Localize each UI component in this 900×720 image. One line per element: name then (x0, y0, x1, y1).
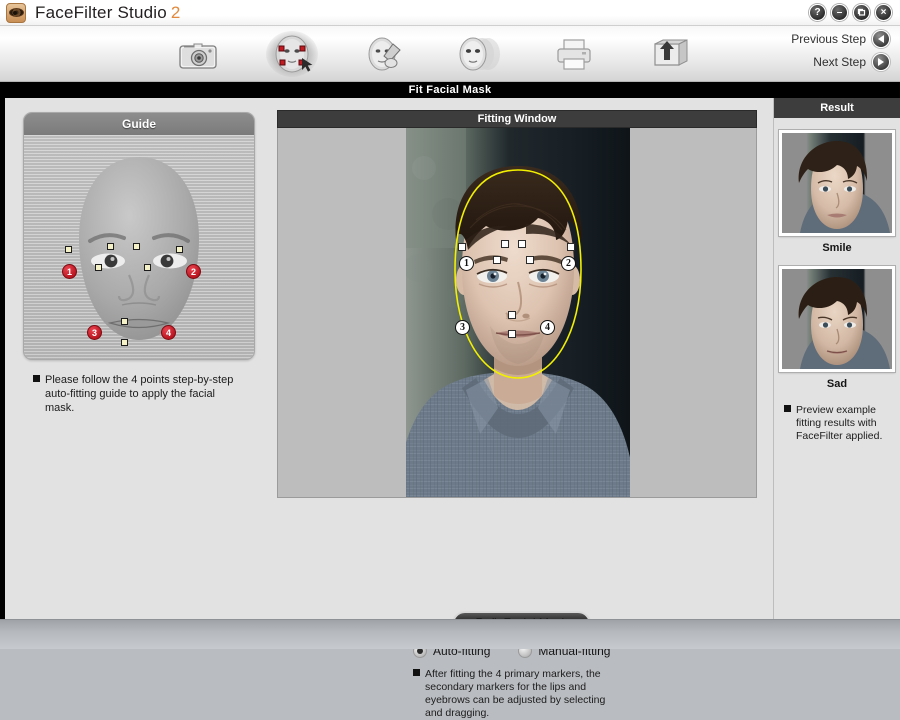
help-button[interactable]: ? (809, 4, 826, 21)
result-thumbnail-sad[interactable] (779, 266, 895, 372)
status-bar (0, 619, 900, 649)
fitting-handle[interactable] (518, 240, 526, 248)
guide-panel: Guide 1 2 3 4 (23, 112, 255, 360)
minimize-button[interactable]: – (831, 4, 848, 21)
result-note: Preview example fitting results with Fac… (784, 404, 894, 443)
guide-handle[interactable] (133, 243, 140, 250)
result-panel: Result Smile Sad Preview example fitting… (773, 98, 900, 619)
page-title: Fit Facial Mask (0, 82, 900, 98)
guide-handle[interactable] (176, 246, 183, 253)
toolbar-icons (170, 30, 696, 78)
fit-facial-mask-icon[interactable] (264, 30, 320, 78)
sad-caption: Sad (826, 378, 848, 390)
fitting-hint-text: After fitting the 4 primary markers, the… (413, 668, 643, 720)
export-icon[interactable] (640, 30, 696, 78)
retouch-face-icon[interactable] (358, 30, 414, 78)
guide-handle[interactable] (107, 243, 114, 250)
close-button[interactable]: × (875, 4, 892, 21)
bullet-icon (413, 669, 420, 676)
fitting-handle[interactable] (501, 240, 509, 248)
toolbar: Previous Step Next Step (0, 26, 900, 82)
sad-preview-image (782, 269, 892, 369)
guide-marker-1[interactable]: 1 (62, 264, 77, 279)
arrow-right-icon (872, 53, 890, 71)
fitting-handle[interactable] (508, 330, 516, 338)
guide-handle[interactable] (121, 339, 128, 346)
next-step-label: Next Step (813, 55, 866, 69)
print-icon[interactable] (546, 30, 602, 78)
fitting-window-panel: Fitting Window 1 2 3 4 (277, 110, 757, 500)
main-content: Guide 1 2 3 4 Please follow the 4 points… (0, 98, 900, 719)
guide-marker-4[interactable]: 4 (161, 325, 176, 340)
app-version: 2 (170, 2, 181, 22)
expression-icon[interactable] (452, 30, 508, 78)
fitting-handle[interactable] (493, 256, 501, 264)
guide-face-diagram: 1 2 3 4 (24, 135, 254, 359)
guide-handle[interactable] (95, 264, 102, 271)
load-photo-icon[interactable] (170, 30, 226, 78)
restore-button[interactable] (853, 4, 870, 21)
fitting-handle[interactable] (567, 243, 575, 251)
face-mask-outline (454, 169, 582, 379)
bullet-icon (784, 405, 791, 412)
guide-marker-2[interactable]: 2 (186, 264, 201, 279)
arrow-left-icon (872, 30, 890, 48)
fitting-marker-4[interactable]: 4 (540, 320, 555, 335)
app-logo (6, 2, 26, 23)
result-title: Result (774, 98, 900, 118)
guide-handle[interactable] (65, 246, 72, 253)
smile-preview-image (782, 133, 892, 233)
guide-help-text-value: Please follow the 4 points step-by-step … (45, 374, 234, 414)
result-note-value: Preview example fitting results with Fac… (796, 404, 883, 442)
fitting-marker-3[interactable]: 3 (455, 320, 470, 335)
fitting-handle[interactable] (458, 243, 466, 251)
guide-handle[interactable] (144, 264, 151, 271)
fitting-window-title: Fitting Window (277, 110, 757, 128)
previous-step-button[interactable]: Previous Step (791, 30, 890, 48)
title-bar: FaceFilter Studio 2 ? – × (0, 0, 900, 26)
bullet-icon (33, 375, 40, 382)
guide-marker-3[interactable]: 3 (87, 325, 102, 340)
fitting-marker-1[interactable]: 1 (459, 256, 474, 271)
window-controls: ? – × (809, 4, 892, 21)
fitting-handle[interactable] (508, 311, 516, 319)
app-title: FaceFilter Studio 2 (35, 3, 181, 23)
previous-step-label: Previous Step (791, 32, 866, 46)
guide-title: Guide (24, 113, 254, 135)
app-title-text: FaceFilter Studio (35, 2, 167, 22)
step-navigation: Previous Step Next Step (791, 30, 890, 76)
fitting-handle[interactable] (526, 256, 534, 264)
result-thumbnail-smile[interactable] (779, 130, 895, 236)
guide-handle[interactable] (121, 318, 128, 325)
fitting-hint-value: After fitting the 4 primary markers, the… (425, 668, 606, 719)
photo-area[interactable]: 1 2 3 4 (406, 128, 630, 497)
smile-caption: Smile (822, 242, 852, 254)
fitting-marker-2[interactable]: 2 (561, 256, 576, 271)
eye-icon (8, 8, 24, 17)
application-window: FaceFilter Studio 2 ? – × Previous Step … (0, 0, 900, 719)
next-step-button[interactable]: Next Step (791, 53, 890, 71)
fitting-window-canvas[interactable]: 1 2 3 4 (277, 128, 757, 498)
guide-help-text: Please follow the 4 points step-by-step … (33, 373, 259, 415)
